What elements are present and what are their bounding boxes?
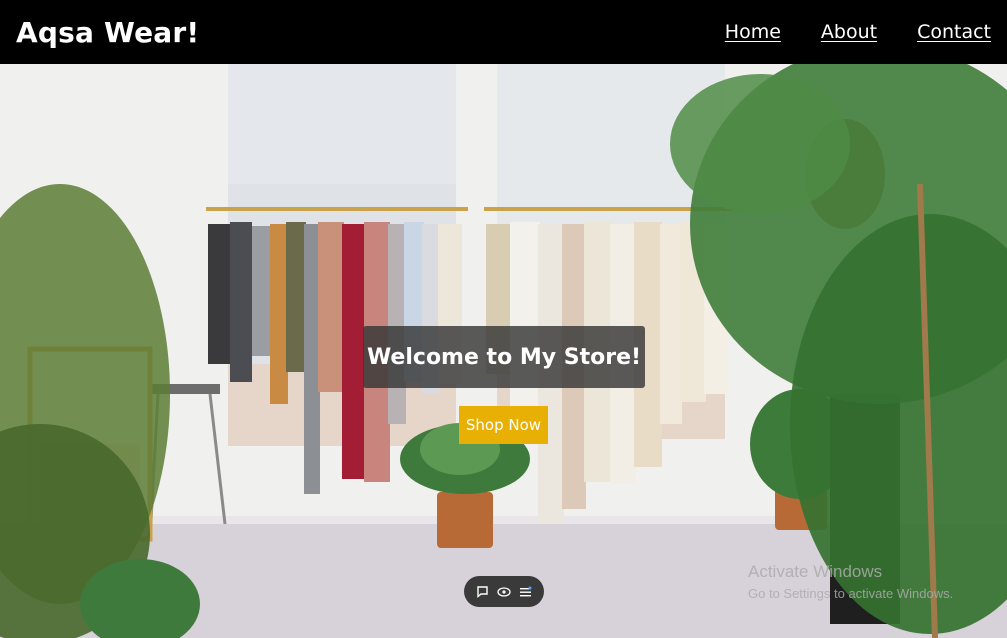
nav-links: Home About Contact	[725, 21, 991, 43]
welcome-heading: Welcome to My Store!	[366, 344, 642, 370]
nav-link-contact[interactable]: Contact	[917, 21, 991, 43]
hero-section: Welcome to My Store! Shop Now Activate W…	[0, 64, 1007, 638]
nav-link-home[interactable]: Home	[725, 21, 781, 43]
nav-link-about[interactable]: About	[821, 21, 877, 43]
menu-icon[interactable]	[517, 584, 533, 600]
brand-logo[interactable]: Aqsa Wear!	[16, 16, 199, 49]
shop-now-button[interactable]: Shop Now	[459, 406, 548, 444]
watermark-title: Activate Windows	[748, 562, 883, 581]
navbar: Aqsa Wear! Home About Contact	[0, 0, 1007, 64]
welcome-banner: Welcome to My Store!	[363, 326, 645, 388]
comment-icon[interactable]	[475, 584, 491, 600]
watermark-subtitle: Go to Settings to activate Windows.	[748, 586, 954, 601]
eye-icon[interactable]	[496, 584, 512, 600]
activate-windows-watermark: Activate Windows Go to Settings to activ…	[748, 562, 953, 601]
floating-toolbar	[464, 576, 544, 607]
